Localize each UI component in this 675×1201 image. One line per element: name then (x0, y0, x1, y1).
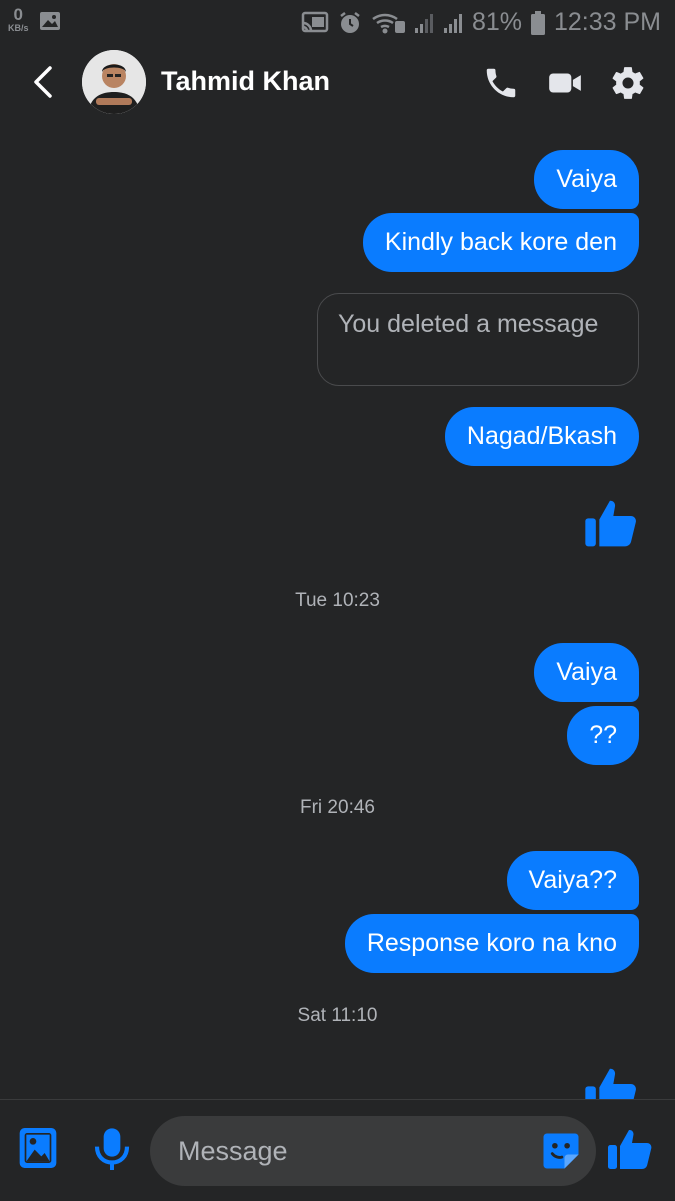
video-camera-icon[interactable] (546, 64, 584, 102)
sent-message[interactable]: ?? (567, 706, 639, 765)
thumbs-up-icon[interactable] (606, 1124, 654, 1174)
gallery-notification-icon (39, 12, 60, 30)
network-speed-unit: KB/s (8, 23, 29, 33)
sent-message[interactable]: Response koro na kno (344, 914, 639, 973)
contact-name[interactable]: Tahmid Khan (161, 66, 330, 97)
sent-message[interactable]: Nagad/Bkash (444, 407, 639, 466)
timestamp: Tue 10:23 (295, 590, 380, 611)
deleted-message[interactable]: You deleted a message (317, 293, 639, 386)
cast-icon (301, 11, 329, 32)
signal-sim2-icon (443, 13, 462, 33)
composer-bar: Message (0, 1099, 675, 1201)
like-message-partial[interactable] (579, 1062, 639, 1099)
microphone-icon[interactable] (92, 1126, 132, 1174)
timestamp: Sat 11:10 (297, 1005, 378, 1026)
wifi-icon (372, 13, 405, 33)
message-input[interactable]: Message (150, 1116, 596, 1186)
status-bar: 0 KB/s 81% 12:33 PM (0, 0, 675, 44)
sent-message[interactable]: Vaiya?? (506, 851, 639, 910)
sent-message[interactable]: Vaiya (534, 643, 639, 702)
profile-photo (82, 50, 146, 114)
status-time: 12:33 PM (553, 8, 661, 36)
battery-percentage: 81% (471, 8, 522, 36)
signal-sim1-icon (414, 13, 433, 33)
message-placeholder: Message (178, 1136, 288, 1166)
thumbs-up-icon (585, 1068, 636, 1099)
gallery-icon[interactable] (18, 1126, 58, 1170)
avatar[interactable] (82, 50, 146, 114)
thumbs-up-icon[interactable] (583, 494, 639, 552)
network-speed: 0 KB/s (8, 6, 29, 33)
sticker-icon[interactable] (540, 1130, 582, 1172)
gear-icon[interactable] (609, 64, 647, 102)
sent-message[interactable]: Kindly back kore den (362, 213, 639, 272)
sent-message[interactable]: Vaiya (534, 150, 639, 209)
battery-icon (530, 10, 545, 35)
network-speed-value: 0 (13, 5, 23, 24)
chat-header: Tahmid Khan (0, 44, 675, 120)
back-arrow-icon[interactable] (26, 62, 60, 102)
timestamp: Fri 20:46 (300, 797, 375, 818)
phone-icon[interactable] (482, 64, 520, 102)
alarm-icon (340, 11, 360, 33)
